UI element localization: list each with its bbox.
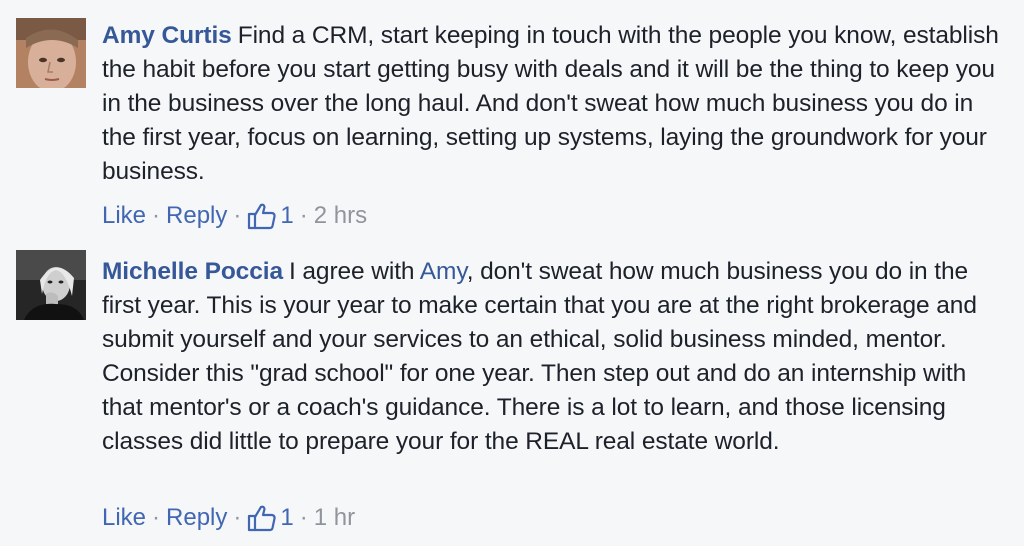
separator: · — [152, 202, 161, 229]
separator: · — [299, 504, 308, 531]
like-count[interactable]: 1 — [280, 503, 293, 533]
thumbs-up-icon[interactable] — [247, 504, 277, 532]
comment-author[interactable]: Michelle Poccia — [102, 258, 283, 285]
comment-body: Michelle Poccia I agree with Amy, don't s… — [102, 255, 1002, 459]
mention-link[interactable]: Amy — [420, 258, 467, 285]
avatar-amy-curtis[interactable] — [16, 18, 86, 88]
timestamp[interactable]: 2 hrs — [314, 201, 367, 231]
comment-text-after: , don't sweat how much business you do i… — [102, 258, 977, 455]
comment-actions: Like · Reply · 1 · 2 hrs — [102, 201, 367, 231]
thumbs-up-icon[interactable] — [247, 202, 277, 230]
comment-text: Find a CRM, start keeping in touch with … — [102, 22, 999, 185]
reply-button[interactable]: Reply — [166, 503, 227, 533]
comment-text-before: I agree with — [288, 258, 420, 285]
timestamp[interactable]: 1 hr — [314, 503, 355, 533]
like-button[interactable]: Like — [102, 503, 146, 533]
separator: · — [152, 504, 161, 531]
avatar-michelle-poccia[interactable] — [16, 250, 86, 320]
comment-body: Amy Curtis Find a CRM, start keeping in t… — [102, 19, 1002, 189]
like-count[interactable]: 1 — [280, 201, 293, 231]
separator: · — [299, 202, 308, 229]
reply-button[interactable]: Reply — [166, 201, 227, 231]
like-button[interactable]: Like — [102, 201, 146, 231]
separator: · — [233, 504, 242, 531]
comment-author[interactable]: Amy Curtis — [102, 22, 232, 49]
separator: · — [233, 202, 242, 229]
comment-actions: Like · Reply · 1 · 1 hr — [102, 503, 355, 533]
